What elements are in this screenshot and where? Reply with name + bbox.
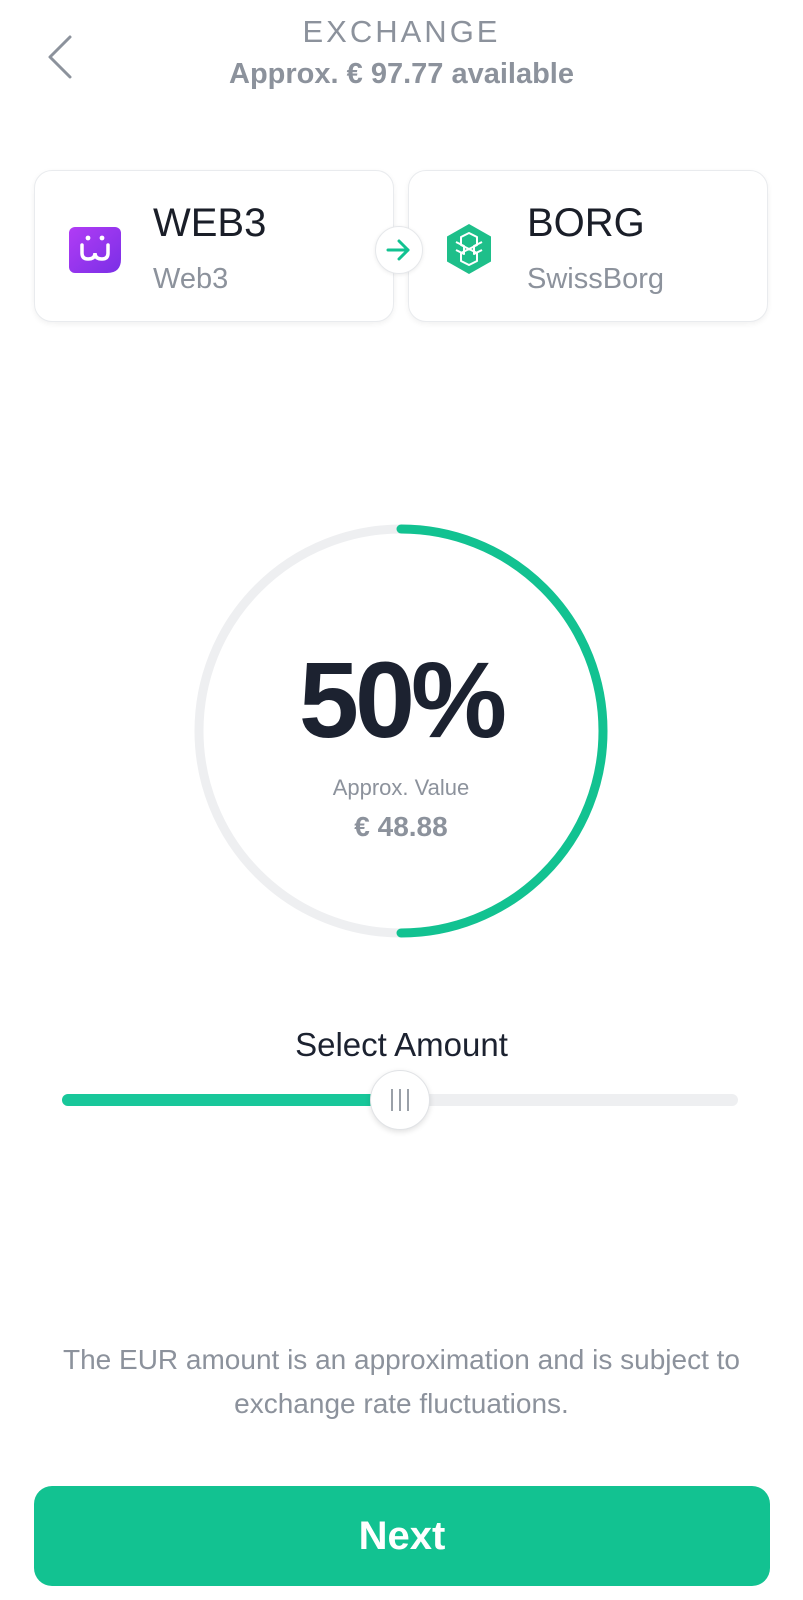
amount-slider-fill (62, 1094, 400, 1106)
to-asset-symbol: BORG (527, 201, 645, 245)
arrow-right-icon (386, 239, 410, 261)
swap-arrow-button[interactable] (375, 226, 423, 274)
available-balance: Approx. € 97.77 available (229, 58, 574, 90)
from-asset-symbol: WEB3 (153, 201, 267, 245)
page-title: EXCHANGE (302, 14, 501, 49)
percent-label: 50% (298, 639, 507, 760)
to-asset-card[interactable]: BORG SwissBorg (408, 170, 768, 322)
amount-slider-thumb[interactable] (370, 1070, 430, 1130)
web3-logo-icon (69, 227, 121, 273)
to-asset-name: SwissBorg (527, 263, 664, 295)
percentage-gauge: 50% Approx. Value € 48.88 (191, 521, 611, 941)
swissborg-logo-icon (447, 224, 491, 274)
from-asset-name: Web3 (153, 263, 229, 295)
grip-line (399, 1089, 401, 1111)
from-asset-card[interactable]: WEB3 Web3 (34, 170, 394, 322)
grip-line (391, 1089, 393, 1111)
disclaimer-text: The EUR amount is an approximation and i… (62, 1344, 741, 1419)
approx-value: € 48.88 (354, 811, 448, 842)
grip-line (407, 1089, 409, 1111)
next-button[interactable]: Next (34, 1486, 770, 1586)
approx-value-label: Approx. Value (332, 775, 470, 800)
exchange-screen: EXCHANGE Approx. € 97.77 available WEB3 … (0, 0, 803, 1600)
select-amount-label: Select Amount (295, 1026, 508, 1063)
